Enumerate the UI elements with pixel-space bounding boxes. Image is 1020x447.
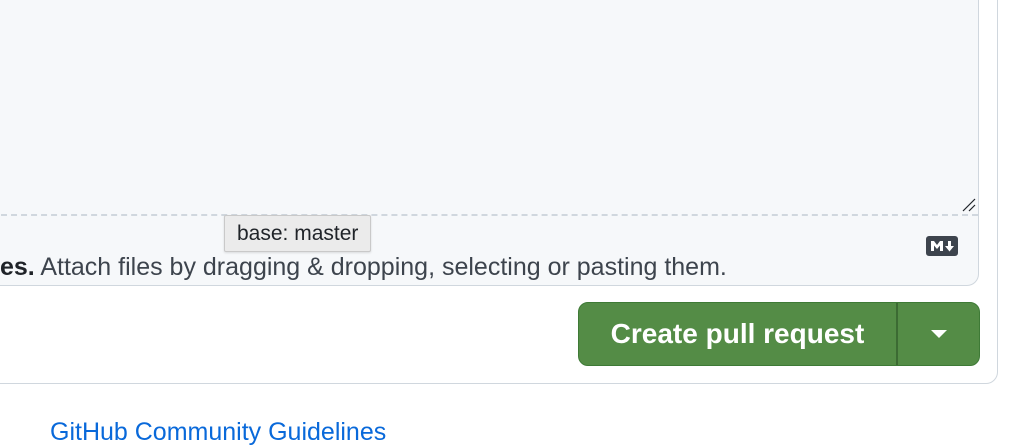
markdown-icon[interactable] <box>926 236 958 256</box>
community-guidelines-link[interactable]: GitHub Community Guidelines <box>50 418 386 447</box>
comment-textarea[interactable] <box>0 0 978 216</box>
caret-down-icon <box>930 330 947 338</box>
attach-hint-text: Attach files by dragging & dropping, sel… <box>34 253 727 281</box>
attach-hint-strong: es. <box>0 253 35 281</box>
create-pr-button-group: Create pull request <box>578 302 980 366</box>
resize-handle-icon[interactable] <box>960 196 976 212</box>
branch-tooltip: base: master <box>224 215 372 252</box>
create-pr-options-button[interactable] <box>898 303 979 365</box>
comment-box <box>0 0 979 286</box>
create-pull-request-button[interactable]: Create pull request <box>579 303 898 365</box>
attach-files-hint[interactable]: es. Attach files by dragging & dropping,… <box>0 253 727 282</box>
